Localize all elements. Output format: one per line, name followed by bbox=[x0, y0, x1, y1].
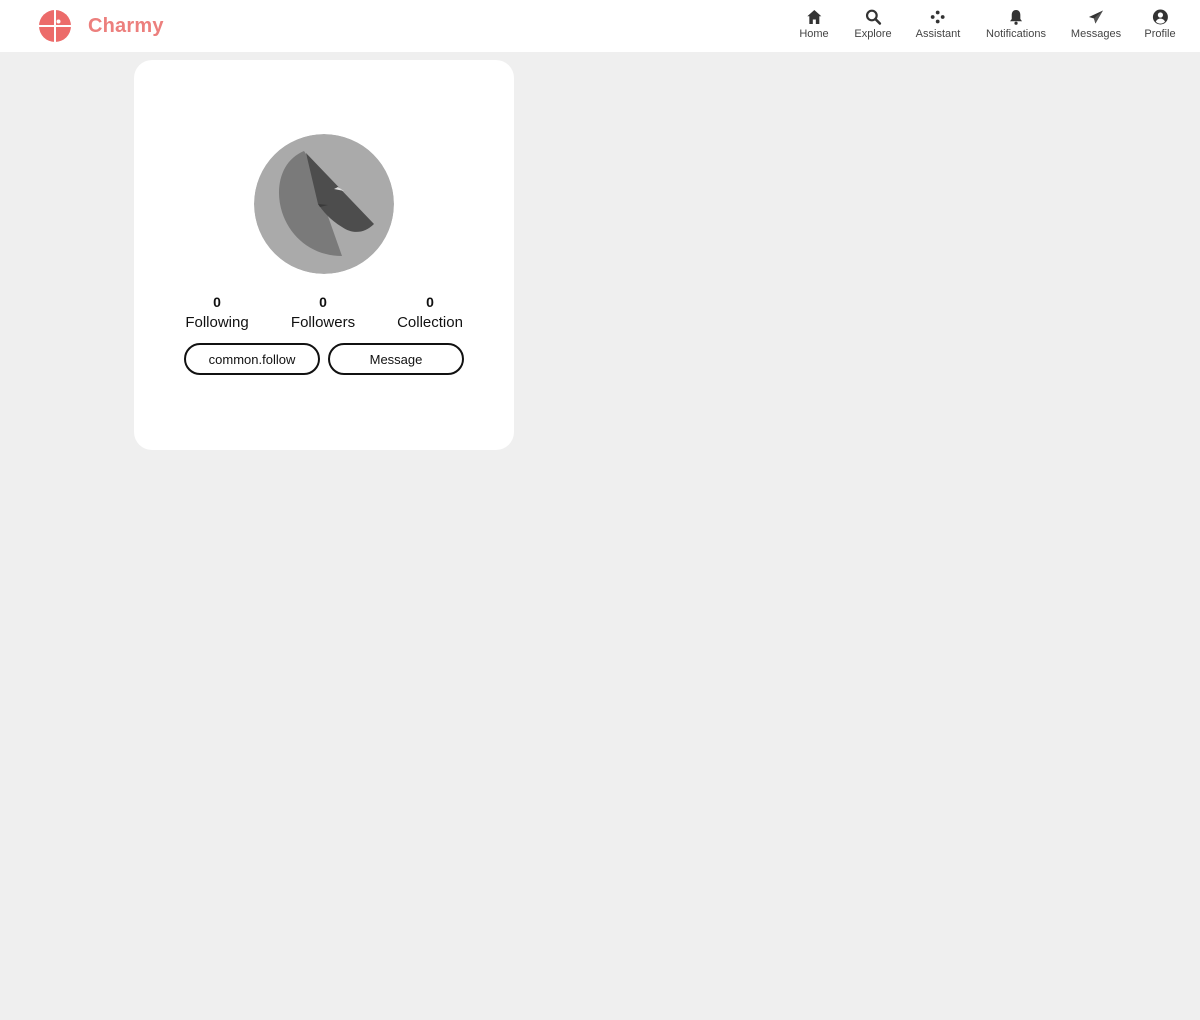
search-icon bbox=[865, 9, 881, 25]
app-name: Charmy bbox=[88, 14, 164, 37]
nav-assistant-label: Assistant bbox=[915, 28, 961, 40]
nav-messages[interactable]: Messages bbox=[1071, 8, 1121, 44]
message-button[interactable]: Message bbox=[328, 343, 464, 375]
nav-notifications[interactable]: Notifications bbox=[986, 8, 1046, 44]
home-icon bbox=[807, 10, 821, 24]
following-label: Following bbox=[185, 314, 249, 331]
follow-button[interactable]: common.follow bbox=[184, 343, 320, 375]
paper-plane-icon bbox=[1088, 10, 1103, 24]
collection-count: 0 bbox=[426, 294, 434, 310]
avatar[interactable] bbox=[254, 134, 394, 274]
nav-notifications-label: Notifications bbox=[986, 28, 1046, 40]
followers-label: Followers bbox=[290, 314, 356, 331]
avatar-placeholder-icon bbox=[254, 134, 394, 274]
followers-count: 0 bbox=[319, 294, 327, 310]
brand-home-link[interactable]: Charmy bbox=[38, 9, 164, 43]
nav-home[interactable]: Home bbox=[799, 8, 829, 44]
profile-stats: 0 Following 0 Followers 0 Collection bbox=[134, 292, 514, 336]
collection-label: Collection bbox=[397, 314, 463, 331]
stat-following[interactable]: 0 Following bbox=[185, 292, 248, 334]
stat-collection[interactable]: 0 Collection bbox=[397, 292, 463, 334]
nav-explore-label: Explore bbox=[854, 28, 892, 40]
stat-followers[interactable]: 0 Followers bbox=[291, 292, 355, 334]
nav-home-label: Home bbox=[799, 28, 829, 40]
nav-explore[interactable]: Explore bbox=[854, 8, 892, 44]
nav-messages-label: Messages bbox=[1070, 28, 1122, 40]
nav-assistant[interactable]: Assistant bbox=[915, 8, 961, 44]
bell-icon bbox=[1009, 10, 1022, 25]
following-count: 0 bbox=[213, 294, 221, 310]
nav-profile-label: Profile bbox=[1144, 28, 1176, 40]
profile-card: 0 Following 0 Followers 0 Collection com… bbox=[134, 60, 514, 450]
profile-actions: common.follow Message bbox=[184, 343, 464, 375]
nav-profile[interactable]: Profile bbox=[1144, 8, 1176, 44]
top-navigation-bar: Charmy Home Explore Assistant Notificati… bbox=[0, 0, 1200, 52]
assistant-icon bbox=[931, 10, 945, 24]
charmy-logo-icon bbox=[39, 10, 71, 42]
user-circle-icon bbox=[1152, 9, 1168, 25]
